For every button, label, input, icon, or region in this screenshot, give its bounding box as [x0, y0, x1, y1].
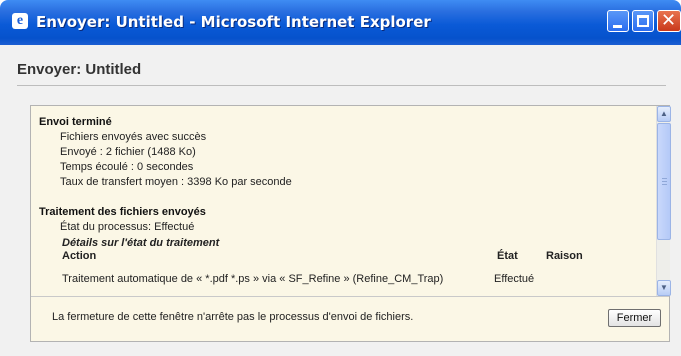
close-window-button[interactable]: ✕: [657, 10, 681, 32]
grip-line: [662, 181, 667, 182]
processing-section-title: Traitement des fichiers envoyés: [39, 206, 206, 218]
vertical-scrollbar[interactable]: ▲ ▼: [656, 106, 671, 296]
table-row-etat: Effectué: [494, 273, 535, 285]
footer-divider: [31, 296, 669, 297]
maximize-icon: [637, 15, 649, 27]
scrollbar-thumb[interactable]: [657, 123, 671, 240]
column-header-etat: État: [497, 250, 518, 262]
fermer-button[interactable]: Fermer: [608, 309, 661, 327]
window-title: Envoyer: Untitled - Microsoft Internet E…: [36, 13, 431, 31]
footer-note: La fermeture de cette fenêtre n'arrête p…: [52, 311, 414, 323]
maximize-button[interactable]: [632, 10, 654, 32]
window-client-area: Envoyer: Untitled Envoi terminé Fichiers…: [0, 45, 681, 356]
grip-line: [662, 184, 667, 185]
details-title: Détails sur l'état du traitement: [62, 237, 220, 249]
table-row-action: Traitement automatique de « *.pdf *.ps »…: [62, 273, 444, 285]
column-header-action: Action: [62, 250, 97, 262]
upload-elapsed-line: Temps écoulé : 0 secondes: [60, 161, 194, 173]
minimize-icon: [613, 25, 622, 28]
close-icon: ✕: [661, 10, 677, 31]
upload-success-line: Fichiers envoyés avec succès: [60, 131, 207, 143]
page-title: Envoyer: Untitled: [17, 61, 142, 78]
upload-rate-line: Taux de transfert moyen : 3398 Ko par se…: [60, 176, 292, 188]
title-divider: [17, 85, 666, 86]
upload-section-title: Envoi terminé: [39, 116, 112, 128]
process-status-line: État du processus: Effectué: [60, 221, 195, 233]
status-scroll-area[interactable]: Envoi terminé Fichiers envoyés avec succ…: [31, 106, 656, 296]
scroll-down-arrow-icon[interactable]: ▼: [657, 280, 671, 296]
column-header-raison: Raison: [546, 250, 583, 262]
scroll-up-arrow-icon[interactable]: ▲: [657, 106, 671, 122]
ie-icon: e: [12, 13, 28, 29]
minimize-button[interactable]: [607, 10, 629, 32]
status-panel: Envoi terminé Fichiers envoyés avec succ…: [30, 105, 671, 342]
upload-sent-line: Envoyé : 2 fichier (1488 Ko): [60, 146, 196, 158]
grip-line: [662, 178, 667, 179]
title-bar[interactable]: e Envoyer: Untitled - Microsoft Internet…: [0, 0, 681, 45]
